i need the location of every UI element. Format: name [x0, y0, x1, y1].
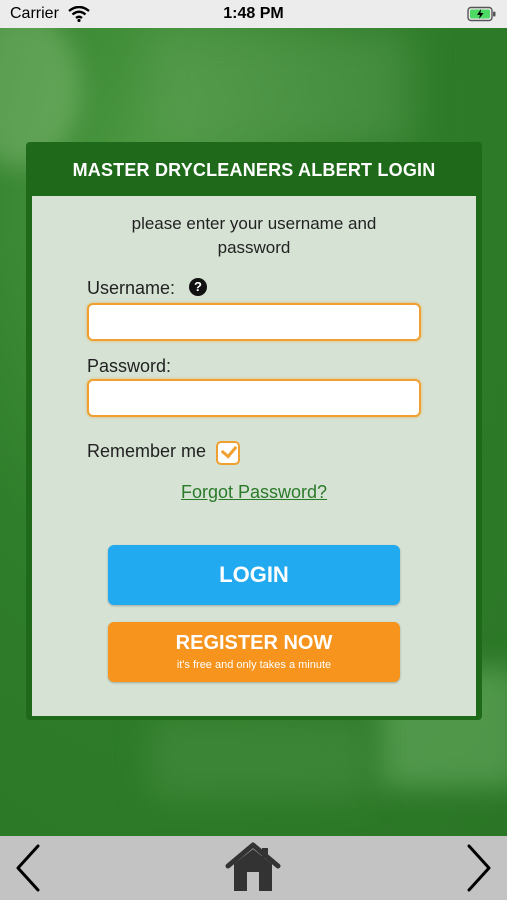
password-label: Password:	[87, 356, 172, 376]
checkmark-icon	[220, 441, 238, 459]
battery-charging-icon	[467, 6, 496, 22]
remember-me-label: Remember me	[87, 441, 207, 461]
status-bar: Carrier 1:48 PM	[0, 0, 507, 28]
forgot-password-link[interactable]: Forgot Password?	[32, 482, 476, 503]
register-button-subtext: it's free and only takes a minute	[176, 659, 332, 671]
help-icon[interactable]: ?	[189, 278, 207, 296]
chevron-right-icon[interactable]	[457, 842, 497, 894]
username-label: Username:	[87, 278, 176, 298]
home-icon[interactable]	[224, 842, 282, 894]
chevron-left-icon[interactable]	[10, 842, 50, 894]
login-button[interactable]: LOGIN	[108, 545, 400, 605]
remember-me-checkbox[interactable]	[216, 441, 240, 465]
login-instructions: please enter your username and password	[131, 214, 377, 257]
login-form: please enter your username and password …	[32, 196, 476, 716]
register-button[interactable]: REGISTER NOW it's free and only takes a …	[108, 622, 400, 682]
bottom-nav-bar	[0, 836, 507, 900]
username-input[interactable]	[87, 303, 421, 341]
status-time: 1:48 PM	[223, 5, 284, 22]
login-card: MASTER DRYCLEANERS ALBERT LOGIN please e…	[26, 142, 482, 720]
login-card-title: MASTER DRYCLEANERS ALBERT LOGIN	[72, 160, 436, 180]
password-input[interactable]	[87, 379, 421, 417]
register-button-label: REGISTER NOW	[175, 632, 333, 654]
